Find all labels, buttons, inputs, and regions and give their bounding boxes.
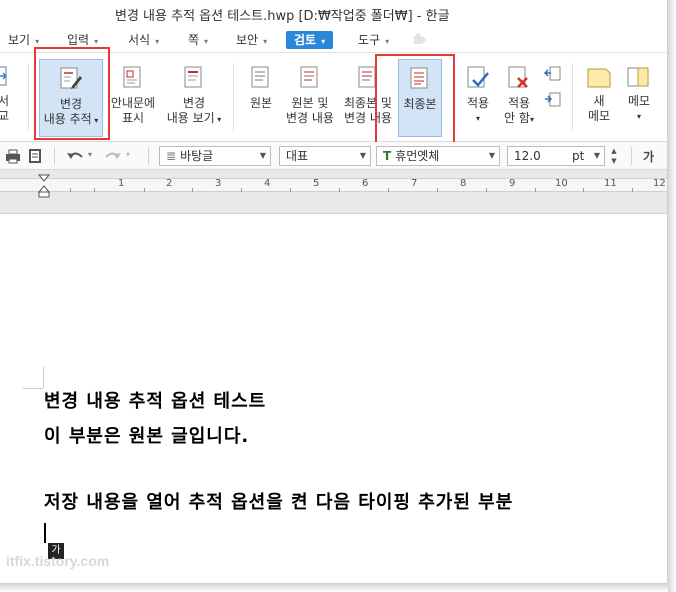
memo-panel-icon bbox=[627, 67, 649, 87]
document-changes-icon bbox=[300, 66, 318, 88]
chevron-down-icon: ▾ bbox=[475, 114, 480, 123]
new-memo-button[interactable]: 새 메모 bbox=[580, 59, 618, 137]
next-change-icon[interactable] bbox=[544, 91, 562, 109]
chevron-down-icon: ▾ bbox=[214, 115, 222, 124]
chevron-down-icon: ▾ bbox=[263, 37, 268, 46]
previous-change-icon[interactable] bbox=[544, 65, 562, 83]
reject-icon bbox=[508, 66, 528, 88]
original-and-changes-button[interactable]: 원본 및 변경 내용 bbox=[283, 59, 337, 137]
chevron-down-icon: ▾ bbox=[94, 37, 99, 46]
menu-tools[interactable]: 도구 ▾ bbox=[358, 31, 389, 49]
chevron-down-icon: ▾ bbox=[636, 112, 641, 121]
char-shape-button[interactable]: 가 bbox=[643, 148, 654, 165]
toolbar-separator bbox=[54, 147, 55, 165]
view-changes-icon bbox=[184, 66, 202, 88]
chevron-down-icon: ▾ bbox=[155, 37, 160, 46]
chevron-down-icon: ▾ bbox=[385, 37, 390, 46]
doc-line-added[interactable]: 저장 내용을 열어 추적 옵션을 켠 다음 타이핑 추가된 부분 bbox=[44, 488, 513, 514]
truetype-font-icon: T bbox=[383, 149, 392, 163]
chevron-down-icon: ▾ bbox=[529, 115, 534, 124]
ribbon-separator bbox=[233, 63, 234, 131]
toolbar-separator bbox=[148, 147, 149, 165]
watermark: itfix.tistory.com bbox=[6, 553, 110, 569]
chevron-down-icon[interactable]: ▾ bbox=[126, 150, 130, 159]
preview-icon[interactable] bbox=[27, 148, 43, 164]
accept-change-button[interactable]: 적용 ▾ bbox=[460, 59, 496, 137]
chevron-down-icon: ▾ bbox=[321, 37, 326, 46]
menu-page[interactable]: 쪽 ▾ bbox=[188, 31, 208, 49]
chevron-down-icon: ▼ bbox=[259, 151, 266, 160]
document-area[interactable]: 변경 내용 추적 옵션 테스트 이 부분은 원본 글입니다. 저장 내용을 열어… bbox=[0, 215, 667, 583]
window-title: 변경 내용 추적 옵션 테스트.hwp [D:₩작업중 폴더₩] - 한글 bbox=[115, 9, 450, 24]
window-shadow bbox=[668, 0, 676, 592]
paragraph-style-icon: ≣ bbox=[166, 149, 177, 163]
accept-icon bbox=[467, 66, 489, 88]
chevron-down-icon[interactable]: ▾ bbox=[88, 150, 92, 159]
font-select[interactable]: T 휴먼옛체 ▼ bbox=[376, 146, 500, 166]
text-caret bbox=[44, 523, 46, 543]
formatting-toolbar: ▾ ▾ ≣ 바탕글 ▼ 대표 ▼ T 휴먼옛체 ▼ 12.0 pt ▼ ▲ ▼ 가 bbox=[0, 142, 667, 170]
original-view-button[interactable]: 원본 bbox=[242, 59, 280, 137]
chevron-down-icon: ▼ bbox=[359, 151, 366, 160]
redo-icon[interactable] bbox=[104, 148, 122, 164]
puzzle-icon[interactable] bbox=[412, 33, 428, 47]
menu-security[interactable]: 보안 ▾ bbox=[236, 31, 267, 49]
ruler-strip bbox=[0, 178, 667, 192]
chevron-down-icon: ▼ bbox=[593, 151, 600, 160]
font-size-input[interactable]: 12.0 pt ▼ bbox=[507, 146, 605, 166]
page-corner-guide bbox=[43, 367, 44, 388]
memo-button[interactable]: 메모 ▾ bbox=[620, 59, 658, 137]
title-bar: 변경 내용 추적 옵션 테스트.hwp [D:₩작업중 폴더₩] - 한글 bbox=[0, 0, 667, 28]
ribbon-separator bbox=[572, 63, 573, 131]
reject-change-button[interactable]: 적용 안 함▾ bbox=[500, 59, 538, 137]
highlight-track-changes bbox=[34, 47, 110, 140]
compare-icon bbox=[0, 66, 8, 86]
doc-line-title[interactable]: 변경 내용 추적 옵션 테스트 bbox=[44, 387, 266, 413]
window-shadow bbox=[0, 584, 672, 592]
chevron-down-icon: ▾ bbox=[204, 37, 209, 46]
memo-icon bbox=[587, 68, 611, 88]
font-size-stepper[interactable]: ▲ ▼ bbox=[608, 146, 620, 166]
show-in-balloons-button[interactable]: 안내문에 표시 bbox=[107, 59, 159, 137]
menu-format[interactable]: 서식 ▾ bbox=[128, 31, 159, 49]
compare-documents-button[interactable]: 서 교 bbox=[0, 59, 16, 137]
indent-marker-icon[interactable] bbox=[38, 174, 50, 198]
style-select[interactable]: ≣ 바탕글 ▼ bbox=[159, 146, 271, 166]
undo-icon[interactable] bbox=[66, 148, 84, 164]
print-icon[interactable] bbox=[5, 148, 21, 164]
doc-line-original[interactable]: 이 부분은 원본 글입니다. bbox=[44, 422, 249, 448]
chevron-down-icon: ▼ bbox=[488, 151, 495, 160]
language-select[interactable]: 대표 ▼ bbox=[279, 146, 371, 166]
view-changes-button[interactable]: 변경 내용 보기 ▾ bbox=[165, 59, 223, 137]
toolbar-separator bbox=[631, 147, 632, 165]
document-icon bbox=[251, 66, 269, 88]
balloon-document-icon bbox=[123, 66, 141, 88]
page-corner-guide bbox=[23, 388, 43, 389]
menu-review[interactable]: 검토 ▾ bbox=[286, 31, 334, 49]
hwp-window: 변경 내용 추적 옵션 테스트.hwp [D:₩작업중 폴더₩] - 한글 보기… bbox=[0, 0, 668, 584]
ribbon-separator bbox=[28, 63, 29, 131]
horizontal-ruler[interactable]: 1 2 3 4 5 6 7 8 9 10 11 12 bbox=[0, 170, 667, 214]
chevron-down-icon: ▾ bbox=[35, 37, 40, 46]
